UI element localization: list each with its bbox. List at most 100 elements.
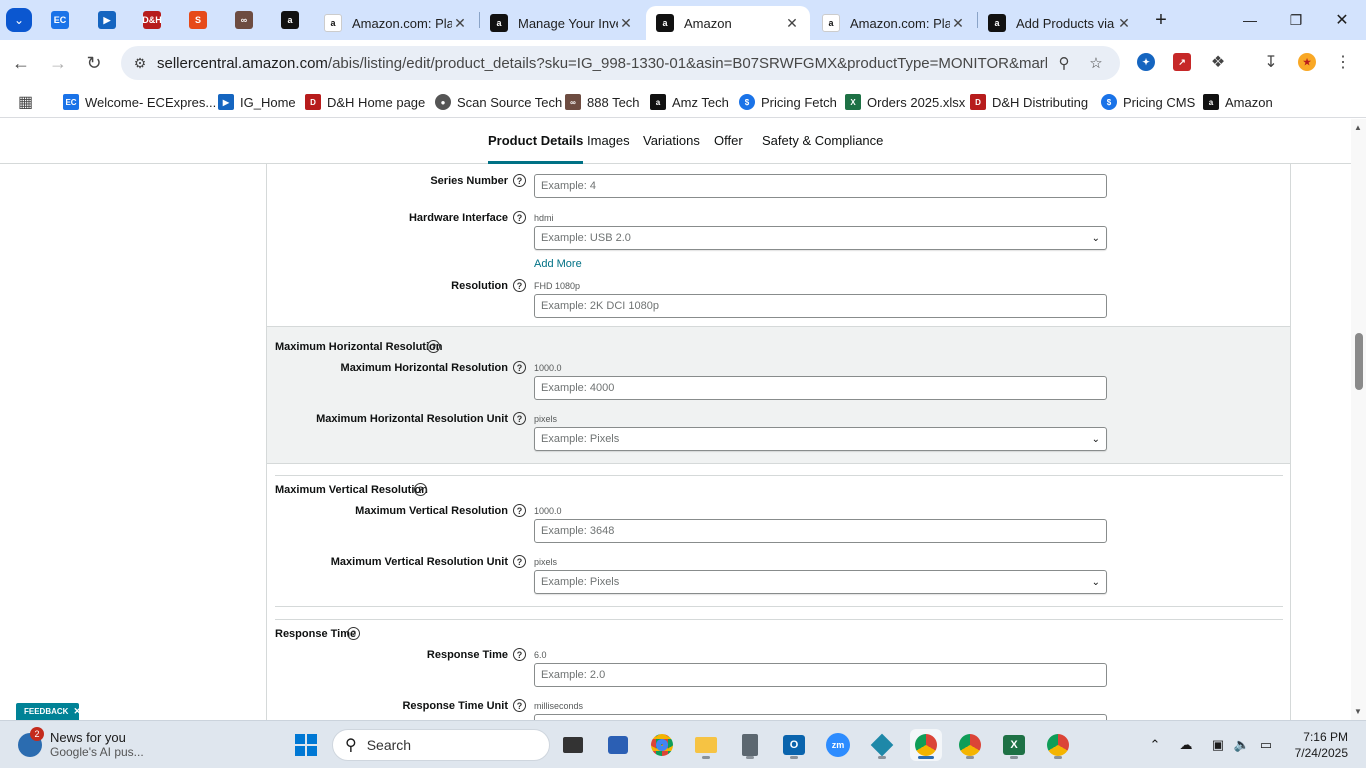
help-icon[interactable]: ? bbox=[513, 361, 526, 374]
help-icon[interactable]: ? bbox=[513, 211, 526, 224]
extension-1-icon[interactable]: ✦ bbox=[1135, 51, 1157, 73]
excel-taskbar-icon[interactable]: X bbox=[998, 729, 1030, 761]
bookmark-item[interactable]: EC Welcome- ECExpres... bbox=[63, 92, 216, 112]
chrome-profile-2-icon[interactable] bbox=[954, 729, 986, 761]
scrollbar-thumb[interactable] bbox=[1355, 333, 1363, 390]
new-tab-button[interactable]: + bbox=[1141, 8, 1181, 32]
bookmark-item[interactable]: D D&H Home page bbox=[305, 92, 425, 112]
page-scrollbar[interactable]: ▲ ▼ bbox=[1351, 119, 1366, 720]
chrome-profile-1-icon[interactable] bbox=[910, 729, 942, 761]
volume-icon[interactable]: 🔈 bbox=[1232, 735, 1252, 755]
tab-product-details[interactable]: Product Details bbox=[488, 133, 584, 164]
tab-4[interactable]: a Amazon.com: Pla ✕ bbox=[812, 6, 976, 40]
tab-2[interactable]: a Manage Your Inve ✕ bbox=[480, 6, 644, 40]
news-widget[interactable]: 2 News for you Google's AI pus... bbox=[18, 727, 144, 763]
site-info-icon[interactable]: ⚙ bbox=[131, 54, 149, 72]
url-text[interactable]: sellercentral.amazon.com/abis/listing/ed… bbox=[157, 55, 1047, 72]
bookmark-item[interactable]: ● Scan Source Tech bbox=[435, 92, 562, 112]
bookmark-star-icon[interactable]: ☆ bbox=[1085, 52, 1107, 74]
tab-search-icon[interactable]: ⌄ bbox=[6, 8, 32, 32]
bookmark-item[interactable]: a Amz Tech bbox=[650, 92, 729, 112]
feedback-button[interactable]: FEEDBACK ✕ bbox=[16, 703, 81, 720]
max-vertical-resolution-unit-select[interactable]: Example: Pixels ⌄ bbox=[534, 570, 1107, 594]
address-bar[interactable]: ⚙ sellercentral.amazon.com/abis/listing/… bbox=[121, 46, 1120, 80]
tab-variations[interactable]: Variations bbox=[643, 133, 700, 164]
pinned-tab-amazon[interactable]: a bbox=[278, 8, 302, 32]
tab-3-active[interactable]: a Amazon ✕ bbox=[646, 6, 810, 40]
tab-images[interactable]: Images bbox=[587, 133, 630, 164]
help-icon[interactable]: ? bbox=[513, 412, 526, 425]
back-button[interactable]: ← bbox=[8, 50, 34, 76]
help-icon[interactable]: ? bbox=[427, 340, 440, 353]
start-windows-icon[interactable] bbox=[290, 729, 322, 761]
app-diamond-icon[interactable] bbox=[866, 729, 898, 761]
help-icon[interactable]: ? bbox=[513, 699, 526, 712]
response-time-input[interactable]: Example: 2.0 bbox=[534, 663, 1107, 687]
bookmark-item[interactable]: ▶ IG_Home bbox=[218, 92, 296, 112]
chrome-icon[interactable] bbox=[646, 729, 678, 761]
pinned-tab-ig[interactable]: ▶ bbox=[95, 8, 119, 32]
profile-avatar[interactable]: ★ bbox=[1296, 51, 1318, 73]
file-explorer-icon[interactable] bbox=[690, 729, 722, 761]
help-icon[interactable]: ? bbox=[513, 648, 526, 661]
zoom-icon[interactable]: ⚲ bbox=[1053, 52, 1075, 74]
series-number-input[interactable]: Example: 4 bbox=[534, 174, 1107, 198]
bookmark-item[interactable]: ∞ 888 Tech bbox=[565, 92, 640, 112]
bookmark-item[interactable]: a Amazon bbox=[1203, 92, 1273, 112]
pinned-tab-dh[interactable]: D&H bbox=[140, 8, 164, 32]
download-icon[interactable]: ↧ bbox=[1260, 51, 1282, 73]
tab-1[interactable]: a Amazon.com: Pla ✕ bbox=[314, 6, 478, 40]
store-icon[interactable] bbox=[602, 729, 634, 761]
close-icon[interactable]: ✕ bbox=[950, 15, 966, 32]
pinned-tab-ec[interactable]: EC bbox=[48, 8, 72, 32]
pdf-extension-icon[interactable]: ↗ bbox=[1171, 51, 1193, 73]
tray-chevron-up-icon[interactable]: ⌃ bbox=[1145, 735, 1165, 755]
hardware-interface-select[interactable]: Example: USB 2.0 ⌄ bbox=[534, 226, 1107, 250]
forward-button[interactable]: → bbox=[45, 50, 71, 76]
tab-offer[interactable]: Offer bbox=[714, 133, 743, 164]
help-icon[interactable]: ? bbox=[513, 504, 526, 517]
bookmark-item[interactable]: X Orders 2025.xlsx bbox=[845, 92, 965, 112]
taskbar-search[interactable]: ⚲ Search bbox=[332, 729, 550, 761]
bookmark-item[interactable]: $ Pricing CMS bbox=[1101, 92, 1195, 112]
apps-grid-icon[interactable]: ▦ bbox=[18, 92, 33, 112]
close-icon[interactable]: ✕ bbox=[784, 15, 800, 32]
help-icon[interactable]: ? bbox=[513, 174, 526, 187]
close-icon[interactable]: ✕ bbox=[1116, 15, 1132, 32]
tab-safety-compliance[interactable]: Safety & Compliance bbox=[762, 133, 883, 164]
scroll-up-arrow-icon[interactable]: ▲ bbox=[1354, 123, 1362, 132]
maximize-button[interactable]: ❐ bbox=[1276, 8, 1316, 32]
bookmark-item[interactable]: $ Pricing Fetch bbox=[739, 92, 837, 112]
battery-icon[interactable]: ▭ bbox=[1256, 735, 1276, 755]
tab-5[interactable]: a Add Products via ✕ bbox=[978, 6, 1142, 40]
pinned-tab-888[interactable]: ∞ bbox=[232, 8, 256, 32]
bookmark-item[interactable]: D D&H Distributing bbox=[970, 92, 1088, 112]
browser-menu-icon[interactable]: ⋮ bbox=[1332, 51, 1354, 73]
help-icon[interactable]: ? bbox=[513, 555, 526, 568]
task-view-icon[interactable] bbox=[557, 729, 589, 761]
display-icon[interactable]: ▣ bbox=[1208, 735, 1228, 755]
chrome-profile-3-icon[interactable] bbox=[1042, 729, 1074, 761]
max-horizontal-resolution-unit-select[interactable]: Example: Pixels ⌄ bbox=[534, 427, 1107, 451]
resolution-input[interactable]: Example: 2K DCI 1080p bbox=[534, 294, 1107, 318]
close-icon[interactable]: ✕ bbox=[73, 706, 81, 717]
pinned-tab-s[interactable]: S bbox=[186, 8, 210, 32]
system-clock[interactable]: 7:16 PM 7/24/2025 bbox=[1288, 729, 1348, 761]
help-icon[interactable]: ? bbox=[414, 483, 427, 496]
calculator-icon[interactable] bbox=[734, 729, 766, 761]
reload-button[interactable]: ↻ bbox=[81, 50, 107, 76]
outlook-icon[interactable]: O bbox=[778, 729, 810, 761]
add-more-link[interactable]: Add More bbox=[534, 258, 582, 270]
close-icon[interactable]: ✕ bbox=[618, 15, 634, 32]
scroll-down-arrow-icon[interactable]: ▼ bbox=[1354, 707, 1362, 716]
zoom-app-icon[interactable]: zm bbox=[822, 729, 854, 761]
max-vertical-resolution-input[interactable]: Example: 3648 bbox=[534, 519, 1107, 543]
close-icon[interactable]: ✕ bbox=[452, 15, 468, 32]
onedrive-offline-icon[interactable]: ☁ bbox=[1176, 735, 1196, 755]
help-icon[interactable]: ? bbox=[513, 279, 526, 292]
minimize-button[interactable]: — bbox=[1230, 8, 1270, 32]
max-horizontal-resolution-input[interactable]: Example: 4000 bbox=[534, 376, 1107, 400]
extensions-puzzle-icon[interactable]: ❖ bbox=[1207, 51, 1229, 73]
close-window-button[interactable]: ✕ bbox=[1322, 8, 1362, 32]
help-icon[interactable]: ? bbox=[347, 627, 360, 640]
